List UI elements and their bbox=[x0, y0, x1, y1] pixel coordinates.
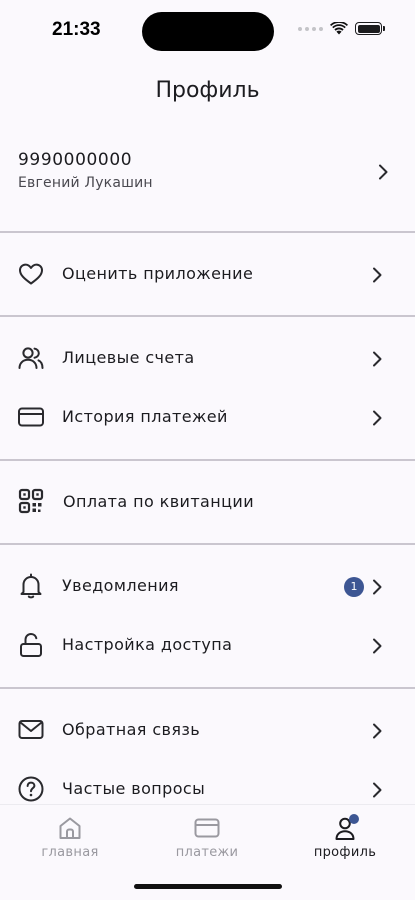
qr-code-icon bbox=[17, 488, 45, 516]
status-icons bbox=[298, 22, 385, 35]
cellular-signal-icon bbox=[298, 26, 323, 31]
menu-item-label: Лицевые счета bbox=[62, 348, 195, 367]
home-indicator bbox=[134, 884, 282, 889]
menu-item-label: Настройка доступа bbox=[62, 635, 233, 654]
menu-item-payment-history[interactable]: История платежей bbox=[0, 393, 415, 443]
profile-name: Евгений Лукашин bbox=[18, 175, 153, 191]
chevron-right-icon bbox=[371, 267, 383, 283]
divider bbox=[0, 543, 415, 545]
people-icon bbox=[17, 344, 45, 372]
divider bbox=[0, 231, 415, 233]
home-icon bbox=[59, 817, 81, 839]
chevron-right-icon bbox=[371, 579, 383, 595]
menu-item-label: Оплата по квитанции bbox=[63, 492, 254, 511]
divider bbox=[0, 315, 415, 317]
status-time: 21:33 bbox=[52, 19, 101, 40]
chevron-right-icon bbox=[371, 638, 383, 654]
tab-payments[interactable]: платежи bbox=[152, 813, 262, 863]
bell-icon bbox=[17, 572, 45, 600]
menu-item-notifications[interactable]: Уведомления 1 bbox=[0, 562, 415, 612]
menu-item-label: Оценить приложение bbox=[62, 264, 254, 283]
card-icon bbox=[194, 818, 220, 838]
chevron-right-icon bbox=[371, 723, 383, 739]
tab-label: главная bbox=[41, 845, 99, 860]
menu-item-rate-app[interactable]: Оценить приложение bbox=[0, 250, 415, 300]
divider bbox=[0, 459, 415, 461]
chevron-right-icon bbox=[371, 410, 383, 426]
tab-label: профиль bbox=[313, 845, 377, 860]
dynamic-island bbox=[142, 12, 274, 51]
chevron-right-icon bbox=[371, 782, 383, 798]
page-title: Профиль bbox=[155, 78, 260, 103]
menu-item-label: История платежей bbox=[62, 407, 228, 426]
menu-item-feedback[interactable]: Обратная связь bbox=[0, 706, 415, 756]
tab-profile[interactable]: профиль bbox=[290, 813, 400, 863]
tab-label: платежи bbox=[175, 845, 239, 860]
menu-item-label: Частые вопросы bbox=[62, 779, 206, 798]
menu-item-accounts[interactable]: Лицевые счета bbox=[0, 334, 415, 384]
heart-icon bbox=[17, 260, 45, 288]
card-icon bbox=[17, 403, 45, 431]
chevron-right-icon bbox=[371, 351, 383, 367]
profile-card[interactable]: 9990000000 Евгений Лукашин bbox=[0, 138, 415, 228]
tab-home[interactable]: главная bbox=[15, 813, 125, 863]
chevron-right-icon bbox=[377, 164, 389, 180]
mail-icon bbox=[17, 716, 45, 744]
divider bbox=[0, 687, 415, 689]
notification-count-badge: 1 bbox=[344, 577, 364, 597]
tab-notification-dot bbox=[349, 814, 359, 824]
profile-phone: 9990000000 bbox=[18, 150, 133, 170]
menu-item-label: Обратная связь bbox=[62, 720, 201, 739]
battery-icon bbox=[355, 22, 385, 35]
unlock-icon bbox=[17, 631, 45, 659]
wifi-icon bbox=[330, 22, 348, 35]
menu-item-pay-by-receipt[interactable]: Оплата по квитанции bbox=[0, 478, 415, 528]
menu-item-label: Уведомления bbox=[62, 576, 179, 595]
status-bar: 21:33 bbox=[0, 0, 415, 64]
question-circle-icon bbox=[17, 775, 45, 803]
menu-item-access-settings[interactable]: Настройка доступа bbox=[0, 621, 415, 671]
